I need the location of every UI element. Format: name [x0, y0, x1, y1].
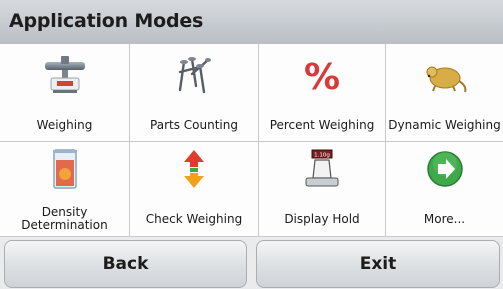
beaker-icon: [41, 148, 89, 190]
mode-label: Parts Counting: [150, 118, 238, 132]
mode-display-hold[interactable]: 1.10g Display Hold: [259, 142, 386, 237]
exit-button[interactable]: Exit: [256, 240, 500, 288]
mode-label: Display Hold: [284, 211, 360, 226]
mode-label: Weighing: [36, 118, 93, 132]
percent-icon: %: [298, 54, 346, 96]
mode-dynamic-weighing[interactable]: Dynamic Weighing: [386, 44, 503, 142]
modes-grid: Weighing Parts Counting % Percent Weighi…: [0, 44, 503, 237]
mode-more[interactable]: More...: [386, 142, 503, 237]
application-modes-screen: Application Modes Weighing Parts Countin…: [0, 0, 503, 289]
mode-label: Percent Weighing: [269, 118, 375, 132]
footer-bar: Back Exit: [0, 237, 503, 289]
hold-scale-icon: 1.10g: [298, 148, 346, 190]
page-title: Application Modes: [9, 10, 204, 32]
nails-icon: [170, 54, 218, 96]
up-down-arrows-icon: [170, 148, 218, 190]
mode-percent-weighing[interactable]: % Percent Weighing: [259, 44, 386, 142]
header-bar: Application Modes: [0, 0, 503, 44]
back-button[interactable]: Back: [4, 240, 247, 288]
arrow-right-icon: [421, 148, 469, 190]
mode-parts-counting[interactable]: Parts Counting: [130, 44, 259, 142]
mode-check-weighing[interactable]: Check Weighing: [130, 142, 259, 237]
mode-density-determination[interactable]: Density Determination: [0, 142, 130, 237]
mode-label: Dynamic Weighing: [388, 118, 501, 132]
mode-label: More...: [423, 211, 466, 226]
mode-label: Density Determination: [21, 205, 108, 232]
mode-weighing[interactable]: Weighing: [0, 44, 130, 142]
scale-icon: [41, 54, 89, 96]
hold-display-value: 1.10g: [314, 153, 330, 159]
mouse-icon: [421, 54, 469, 96]
mode-label: Check Weighing: [145, 211, 243, 226]
svg-text:%: %: [304, 57, 340, 96]
